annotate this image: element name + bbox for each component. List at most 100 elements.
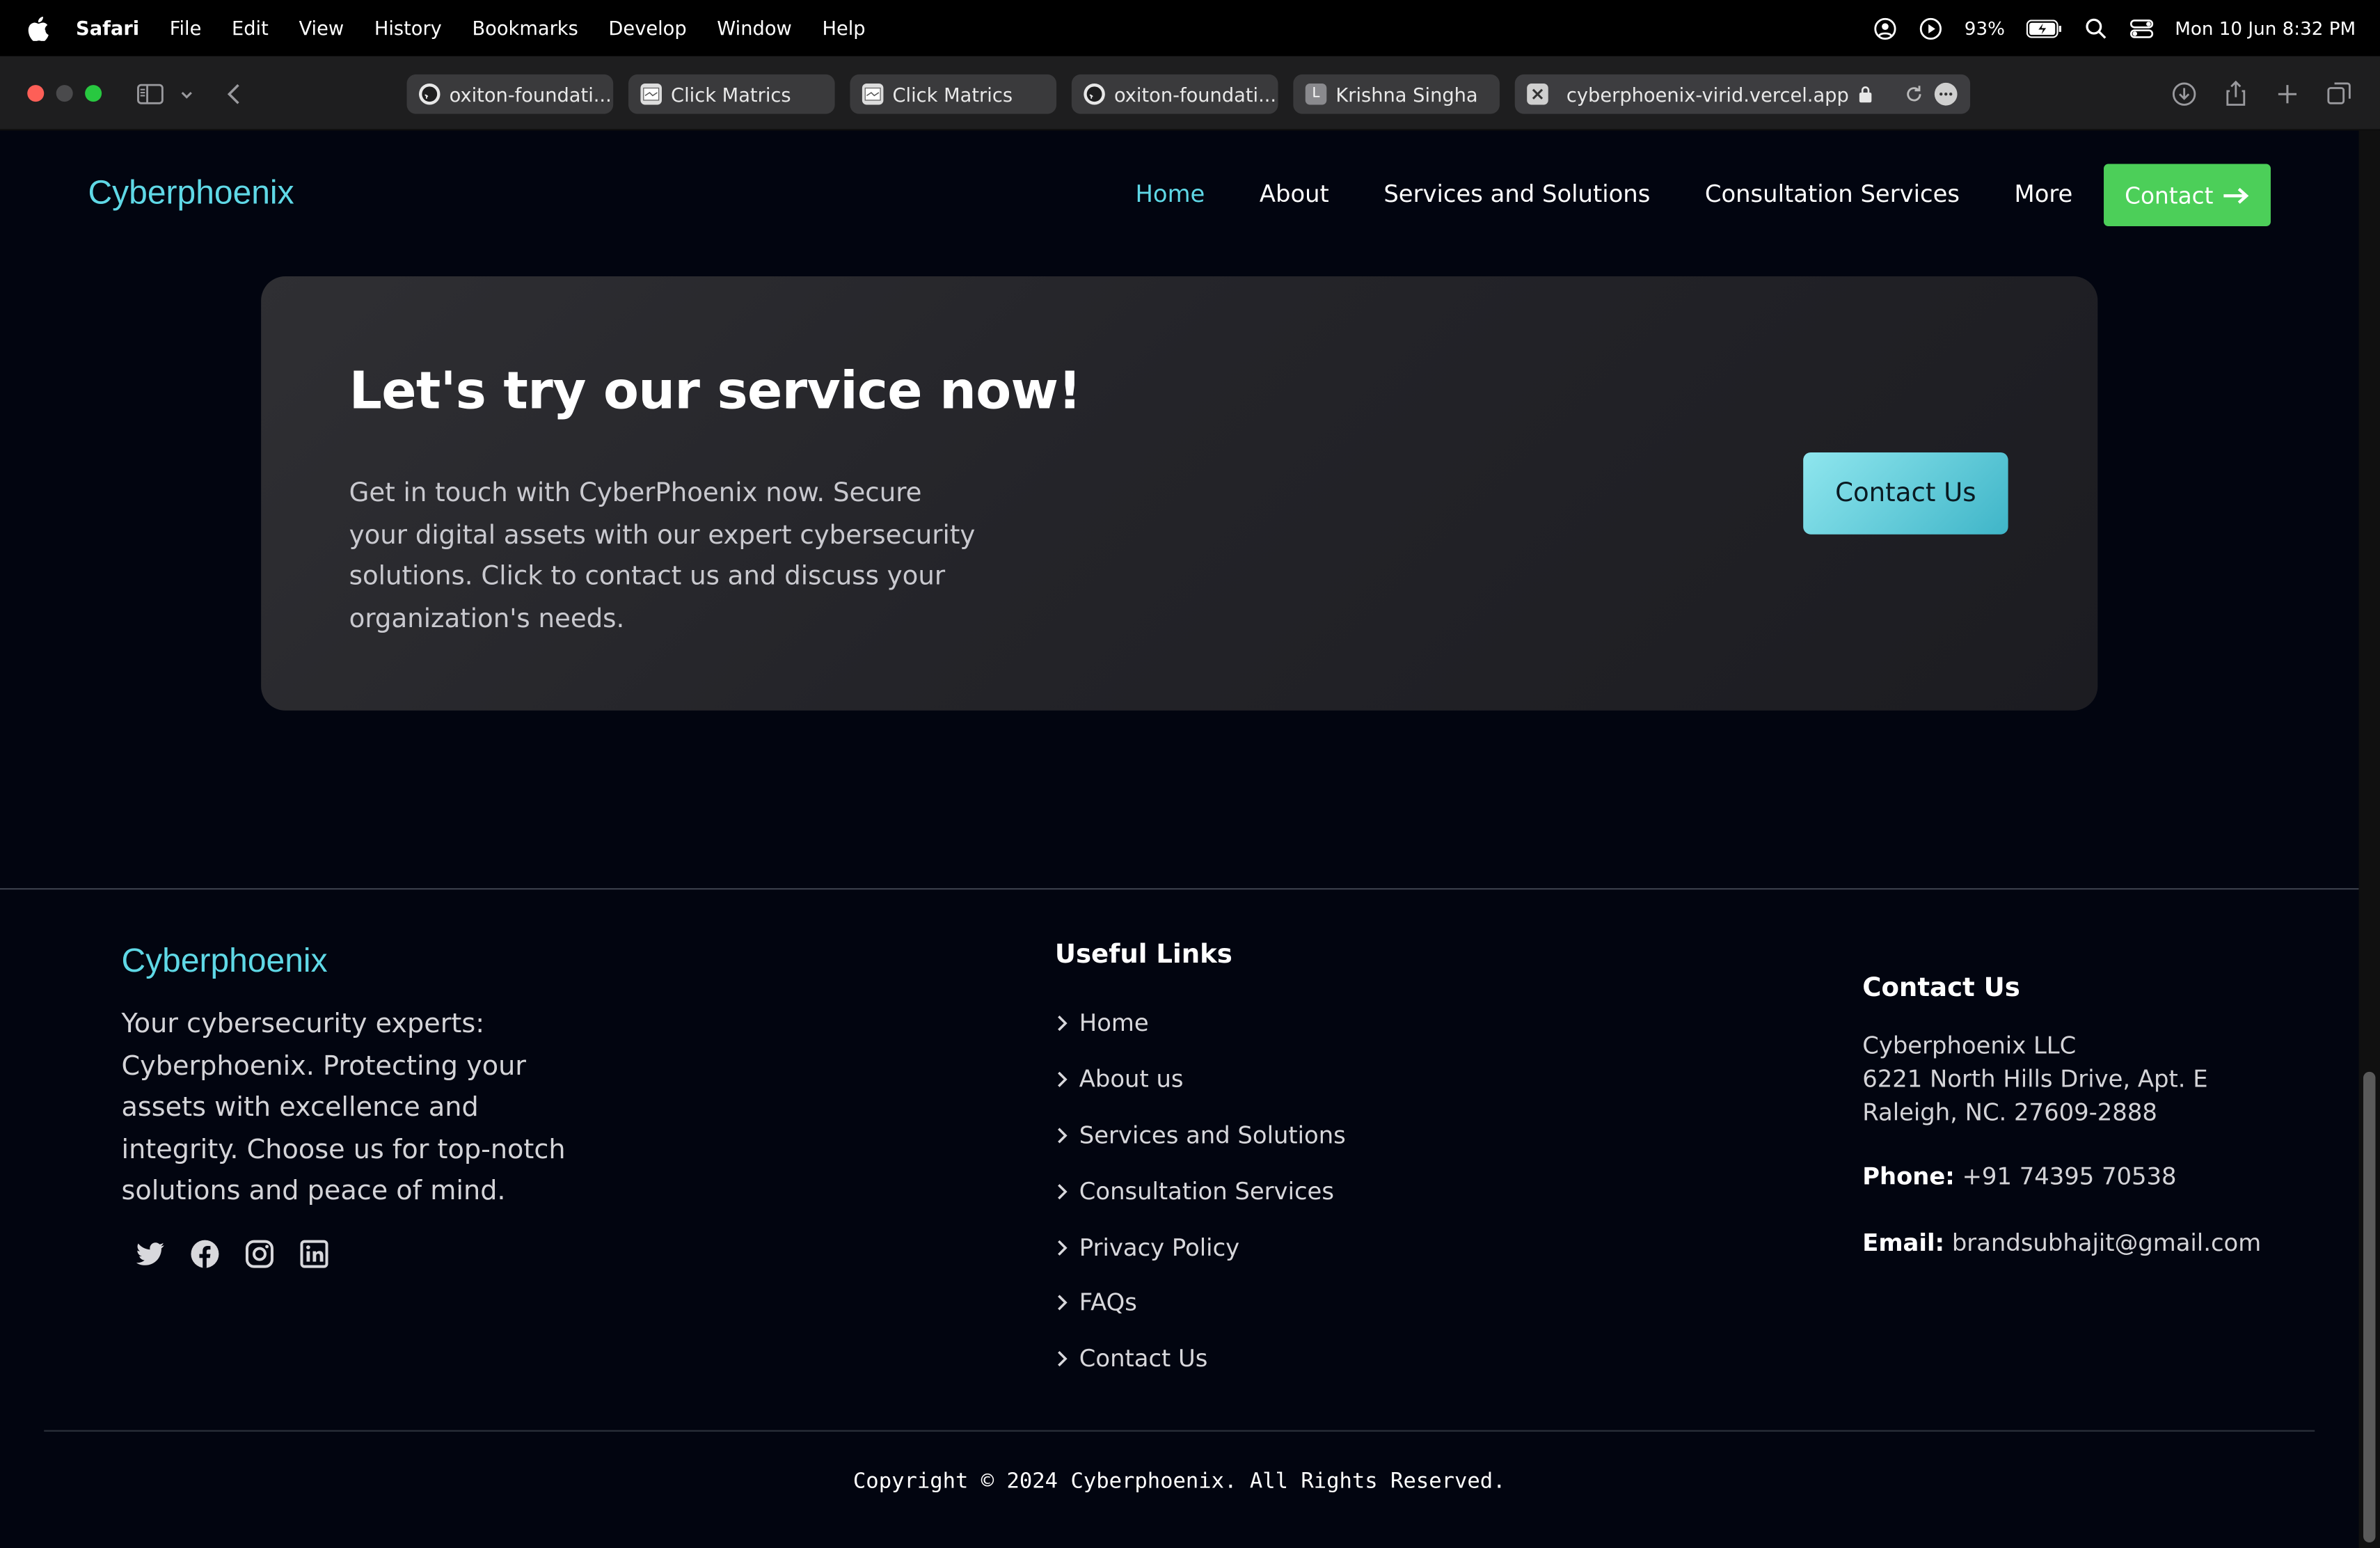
sidebar-icon[interactable]	[135, 79, 166, 109]
nav-home[interactable]: Home	[1135, 181, 1205, 208]
useful-links-list: Home About us Services and Solutions Con…	[1055, 996, 1346, 1387]
copyright-divider	[44, 1430, 2315, 1432]
tab-title: oxiton-foundati...	[449, 82, 612, 106]
chevron-right-icon	[1058, 1072, 1068, 1088]
footer-divider	[0, 887, 2359, 890]
zoom-window-button[interactable]	[85, 85, 102, 102]
close-icon[interactable]	[1527, 83, 1548, 105]
nav-contact-button[interactable]: Contact	[2104, 164, 2271, 226]
tab-overview-icon[interactable]	[2324, 79, 2354, 109]
phone-label: Phone:	[1862, 1162, 1955, 1190]
chevron-right-icon	[1058, 1016, 1068, 1032]
site-logo[interactable]: Cyberphoenix	[88, 173, 294, 213]
address-line: Raleigh, NC. 27609-2888	[1862, 1099, 2157, 1127]
menubar-datetime[interactable]: Mon 10 Jun 8:32 PM	[2175, 17, 2356, 39]
github-icon	[1084, 83, 1105, 105]
minimize-window-button[interactable]	[56, 85, 73, 102]
footer-link-contact-us[interactable]: Contact Us	[1055, 1331, 1346, 1387]
arrow-right-icon	[2223, 187, 2249, 203]
footer-email: Email: brandsubhajit@gmail.com	[1862, 1230, 2261, 1257]
scrollbar-thumb[interactable]	[2363, 1071, 2376, 1543]
footer-link-label: Privacy Policy	[1079, 1233, 1240, 1261]
search-icon[interactable]	[2084, 16, 2108, 40]
footer-contact-title: Contact Us	[1862, 973, 2020, 1004]
social-links	[134, 1238, 331, 1271]
user-circle-icon[interactable]	[1873, 16, 1898, 40]
footer-phone: Phone: +91 74395 70538	[1862, 1163, 2176, 1190]
chevron-right-icon	[1058, 1295, 1068, 1311]
chevron-down-icon[interactable]	[175, 79, 199, 109]
menu-view[interactable]: View	[299, 17, 344, 40]
tab-click-matrics-2[interactable]: Click Matrics	[850, 74, 1057, 114]
cta-title: Let's try our service now!	[349, 361, 1082, 422]
facebook-icon[interactable]	[188, 1238, 221, 1271]
footer-link-faqs[interactable]: FAQs	[1055, 1275, 1346, 1331]
email-value[interactable]: brandsubhajit@gmail.com	[1952, 1230, 2261, 1257]
twitter-icon[interactable]	[134, 1238, 167, 1271]
letter-l-icon: L	[1305, 83, 1327, 105]
menu-history[interactable]: History	[374, 17, 442, 40]
tab-click-matrics-1[interactable]: Click Matrics	[628, 74, 835, 114]
back-icon[interactable]	[220, 79, 251, 109]
control-center-icon[interactable]	[2129, 16, 2154, 40]
menu-app-safari[interactable]: Safari	[76, 17, 139, 40]
nav-more-label: More	[2014, 180, 2073, 208]
menu-file[interactable]: File	[170, 17, 202, 40]
new-tab-icon[interactable]	[2272, 79, 2303, 109]
menu-bookmarks[interactable]: Bookmarks	[472, 17, 578, 40]
footer-logo[interactable]: Cyberphoenix	[121, 941, 327, 981]
tab-title: Krishna Singha	[1335, 82, 1478, 106]
footer-link-label: About us	[1079, 1066, 1184, 1093]
footer-link-services[interactable]: Services and Solutions	[1055, 1107, 1346, 1163]
play-circle-icon[interactable]	[1919, 16, 1943, 40]
footer-link-privacy-policy[interactable]: Privacy Policy	[1055, 1219, 1346, 1275]
battery-icon[interactable]	[2026, 19, 2063, 38]
web-page: Cyberphoenix Home About Services and Sol…	[0, 130, 2359, 1548]
chevron-right-icon	[1058, 1351, 1068, 1367]
linkedin-icon[interactable]	[297, 1238, 331, 1271]
reload-icon[interactable]	[1903, 84, 1925, 105]
footer-link-label: Contact Us	[1079, 1345, 1208, 1373]
menu-bar: Safari File Edit View History Bookmarks …	[0, 0, 2380, 56]
menu-edit[interactable]: Edit	[232, 17, 269, 40]
nav-consultation[interactable]: Consultation Services	[1705, 181, 1960, 208]
menu-window[interactable]: Window	[717, 17, 792, 40]
cta-text: Get in touch with CyberPhoenix now. Secu…	[349, 478, 976, 634]
chevron-right-icon	[1058, 1239, 1068, 1256]
nav-links: Home About Services and Solutions Consul…	[1135, 181, 2205, 208]
menu-develop[interactable]: Develop	[608, 17, 686, 40]
lock-icon	[1859, 86, 1872, 103]
instagram-icon[interactable]	[243, 1238, 276, 1271]
tab-cyberphoenix-active[interactable]: cyberphoenix-virid.vercel.app	[1514, 74, 1971, 114]
share-icon[interactable]	[2221, 79, 2251, 109]
window-controls	[27, 85, 102, 102]
cta-card: Let's try our service now! Get in touch …	[261, 276, 2098, 711]
nav-services[interactable]: Services and Solutions	[1383, 181, 1650, 208]
footer-link-about-us[interactable]: About us	[1055, 1052, 1346, 1107]
footer-link-consultation[interactable]: Consultation Services	[1055, 1164, 1346, 1219]
tab-oxiton-1[interactable]: oxiton-foundati...	[406, 74, 614, 114]
safari-toolbar: oxiton-foundati... Click Matrics Click M…	[0, 56, 2380, 131]
footer-link-label: Home	[1079, 1010, 1149, 1038]
url-text[interactable]: cyberphoenix-virid.vercel.app	[1566, 83, 1849, 106]
close-window-button[interactable]	[27, 85, 45, 102]
tab-krishna-singha[interactable]: L Krishna Singha	[1293, 74, 1500, 114]
menu-help[interactable]: Help	[822, 17, 865, 40]
cta-contact-us-button[interactable]: Contact Us	[1803, 452, 2008, 535]
footer-link-home[interactable]: Home	[1055, 996, 1346, 1052]
nav-about[interactable]: About	[1260, 181, 1329, 208]
download-icon[interactable]	[2169, 79, 2200, 109]
apple-icon[interactable]	[27, 15, 49, 40]
footer-link-label: Services and Solutions	[1079, 1121, 1346, 1150]
address-line: Cyberphoenix LLC	[1862, 1032, 2077, 1060]
page-scrollbar[interactable]	[2358, 130, 2380, 1548]
tab-oxiton-2[interactable]: oxiton-foundati...	[1071, 74, 1278, 114]
page-icon	[862, 83, 884, 105]
footer-address: Cyberphoenix LLC 6221 North Hills Drive,…	[1862, 1029, 2207, 1130]
page-icon	[640, 83, 662, 105]
footer-link-label: Consultation Services	[1079, 1178, 1334, 1206]
phone-value[interactable]: +91 74395 70538	[1962, 1163, 2177, 1190]
address-line: 6221 North Hills Drive, Apt. E	[1862, 1066, 2208, 1093]
battery-percent: 93%	[1964, 17, 2005, 39]
more-options-icon[interactable]	[1934, 82, 1958, 106]
